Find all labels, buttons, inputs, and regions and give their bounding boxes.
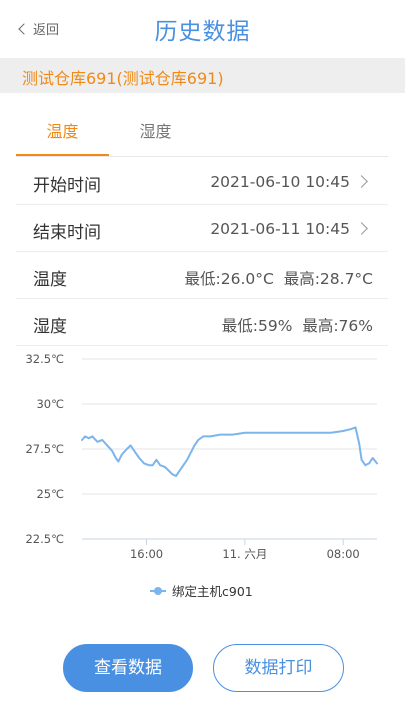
warehouse-name: 测试仓库691(测试仓库691) bbox=[22, 69, 224, 88]
tab-bar: 温度 湿度 bbox=[16, 112, 388, 157]
legend-marker-icon bbox=[150, 586, 166, 596]
start-time-value: 2021-06-10 10:45 bbox=[210, 173, 350, 191]
humidity-range: 最低:59% 最高:76% bbox=[221, 317, 373, 335]
end-time-row[interactable]: 结束时间 2021-06-11 10:45 bbox=[16, 205, 388, 252]
chart-legend[interactable]: 绑定主机c901 bbox=[150, 581, 253, 600]
tab-temperature[interactable]: 温度 bbox=[16, 112, 109, 156]
tab-humidity[interactable]: 湿度 bbox=[109, 112, 202, 156]
print-data-button[interactable]: 数据打印 bbox=[213, 644, 344, 692]
chevron-right-icon bbox=[355, 222, 368, 235]
y-tick-label: 27.5℃ bbox=[25, 442, 64, 456]
end-time-label: 结束时间 bbox=[33, 223, 101, 243]
chevron-right-icon bbox=[355, 175, 368, 188]
legend-label: 绑定主机c901 bbox=[172, 584, 253, 599]
humidity-label: 湿度 bbox=[33, 317, 67, 337]
temperature-summary-row: 温度 最低:26.0°C 最高:28.7°C bbox=[16, 252, 388, 299]
warehouse-bar: 测试仓库691(测试仓库691) bbox=[0, 58, 405, 93]
y-tick-label: 32.5℃ bbox=[25, 352, 64, 366]
view-data-button[interactable]: 查看数据 bbox=[63, 644, 193, 692]
temperature-label: 温度 bbox=[33, 270, 67, 290]
x-tick-label: 11. 六月 bbox=[222, 547, 267, 561]
header: 返回 历史数据 bbox=[0, 0, 405, 60]
y-tick-label: 25℃ bbox=[36, 487, 64, 501]
y-tick-label: 30℃ bbox=[36, 397, 64, 411]
humidity-summary-row: 湿度 最低:59% 最高:76% bbox=[16, 299, 388, 346]
end-time-value: 2021-06-11 10:45 bbox=[210, 220, 350, 238]
chart-svg: 32.5℃ 30℃ 27.5℃ 25℃ 22.5℃ 16:00 11. 六月 08:00 bbox=[25, 352, 378, 561]
x-tick-label: 08:00 bbox=[327, 547, 360, 561]
temperature-chart: 32.5℃ 30℃ 27.5℃ 25℃ 22.5℃ 16:00 11. 六月 08:00 绑定… bbox=[0, 345, 405, 615]
x-tick-label: 16:00 bbox=[130, 547, 163, 561]
start-time-row[interactable]: 开始时间 2021-06-10 10:45 bbox=[16, 158, 388, 205]
series-line bbox=[81, 426, 378, 477]
start-time-label: 开始时间 bbox=[33, 176, 101, 196]
y-tick-label: 22.5℃ bbox=[25, 532, 64, 546]
page-title: 历史数据 bbox=[154, 19, 251, 45]
temperature-range: 最低:26.0°C 最高:28.7°C bbox=[184, 270, 373, 288]
